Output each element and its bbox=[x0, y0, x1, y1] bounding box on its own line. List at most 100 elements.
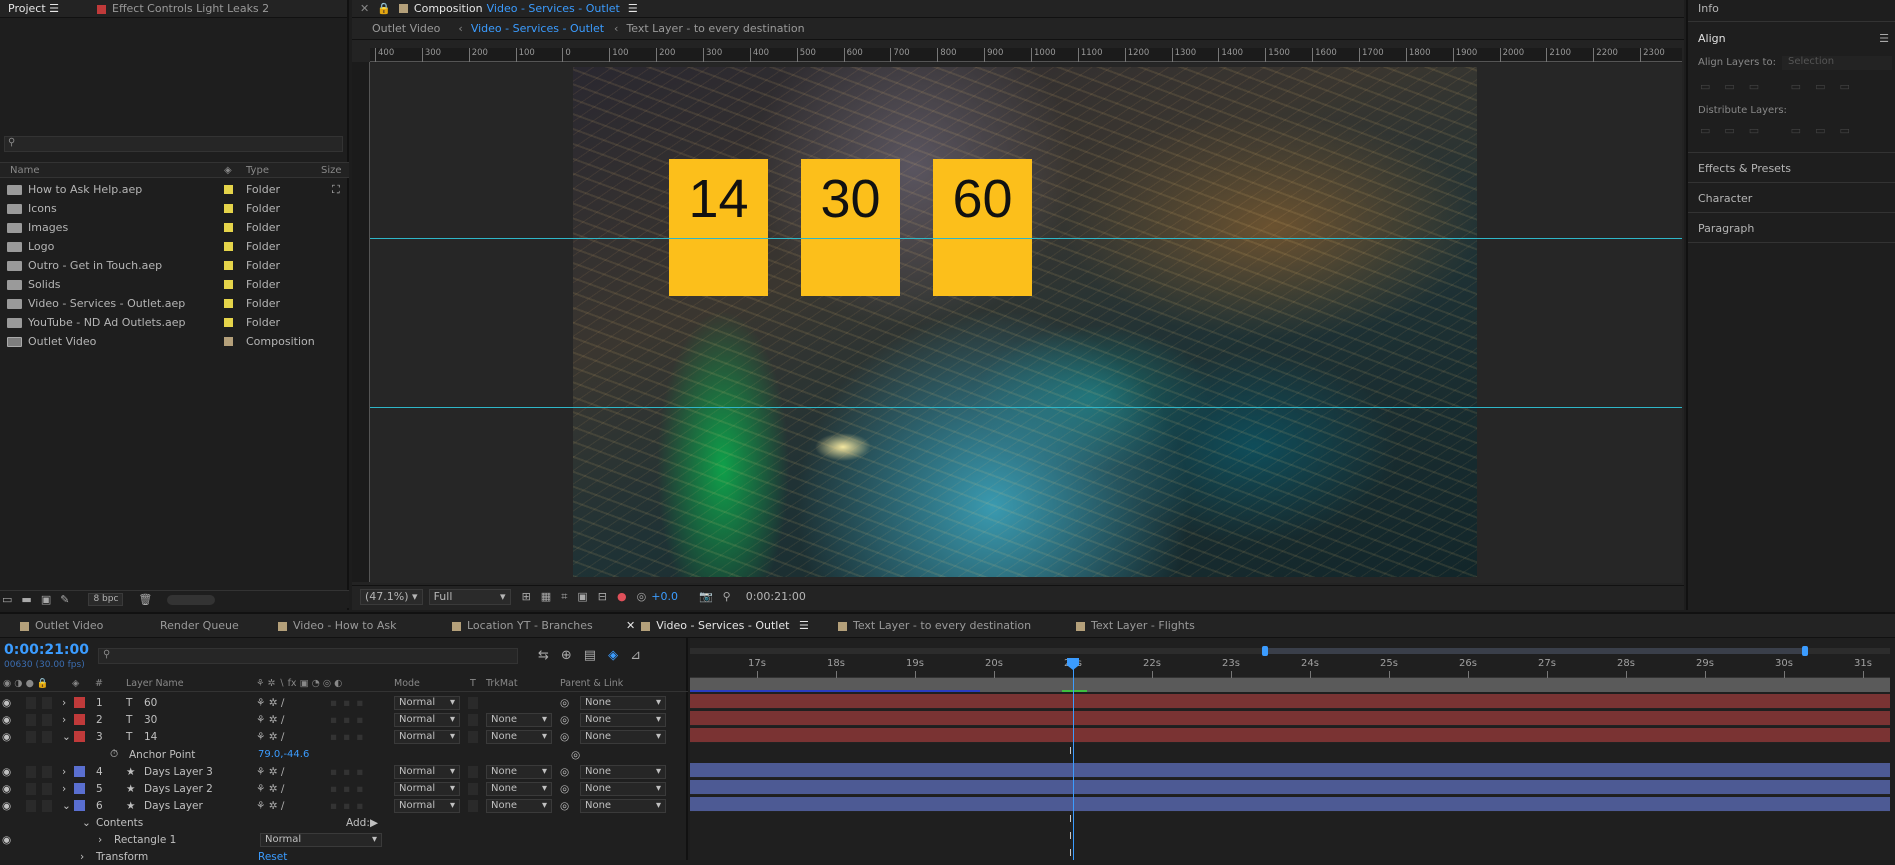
chevron-right-icon[interactable]: › bbox=[62, 783, 66, 795]
panel-menu-icon[interactable]: ☰ bbox=[799, 619, 809, 632]
layer-row[interactable]: ◉ ⌄ 6 ★ Days Layer ⚘ ✲ ∕ ▪▪▪ Normal ▾ Non… bbox=[0, 797, 688, 814]
reset-link[interactable]: Reset bbox=[258, 851, 287, 863]
add-button-icon[interactable]: ▶ bbox=[370, 817, 378, 829]
panel-menu-icon[interactable]: ☰ bbox=[49, 2, 59, 15]
layer-duration-bar[interactable] bbox=[690, 711, 1890, 726]
parent-select[interactable]: None ▾ bbox=[580, 695, 666, 710]
list-item[interactable]: Images Folder bbox=[0, 218, 349, 237]
parent-select[interactable]: None ▾ bbox=[580, 764, 666, 779]
mode-select[interactable]: Normal ▾ bbox=[394, 695, 460, 710]
pickwhip-icon[interactable]: ◎ bbox=[571, 749, 580, 761]
keyframe-marker-icon[interactable]: I bbox=[1069, 848, 1072, 859]
mode-select[interactable]: Normal ▾ bbox=[394, 764, 460, 779]
resolution-select[interactable]: Full ▾ bbox=[428, 588, 511, 605]
layer-switches-icons[interactable]: ⚘ ✲ ∕ bbox=[256, 697, 284, 709]
interpret-footage-icon[interactable]: ▭ bbox=[2, 593, 12, 606]
mode-select[interactable]: Normal ▾ bbox=[394, 798, 460, 813]
color-management-icon[interactable]: ◎ bbox=[637, 590, 647, 603]
tab-text-layer-flights[interactable]: Text Layer - Flights bbox=[1068, 619, 1203, 632]
close-icon[interactable]: ✕ bbox=[360, 2, 369, 15]
layer-duration-bar[interactable] bbox=[690, 728, 1890, 743]
list-item[interactable]: How to Ask Help.aep Folder ⛶ bbox=[0, 180, 349, 199]
label-chip[interactable] bbox=[224, 280, 233, 289]
mode-select[interactable]: Normal ▾ bbox=[394, 729, 460, 744]
guide-line[interactable] bbox=[370, 238, 1682, 239]
exposure-value[interactable]: +0.0 bbox=[651, 590, 678, 603]
layer-name[interactable]: Days Layer 2 bbox=[144, 783, 213, 795]
new-folder-icon[interactable]: ▬ bbox=[21, 593, 31, 606]
solo-toggle[interactable] bbox=[26, 765, 36, 778]
keyframe-marker-icon[interactable]: I bbox=[1069, 746, 1072, 757]
visibility-eye-icon[interactable]: ◉ bbox=[2, 766, 11, 778]
layer-row[interactable]: ◉ ⌄ 3 T 14 ⚘ ✲ ∕ ▪▪▪ Normal ▾ None ▾ ◎ Non… bbox=[0, 728, 688, 745]
current-time-display[interactable]: 0:00:21:00 bbox=[4, 642, 89, 658]
number-box-30[interactable]: 30 bbox=[801, 159, 900, 296]
label-chip[interactable] bbox=[224, 185, 233, 194]
breadcrumb-item[interactable]: Outlet Video bbox=[372, 22, 440, 35]
layer-row[interactable]: ◉ › 1 T 60 ⚘ ✲ ∕ ▪▪▪ Normal ▾ ◎ None ▾ bbox=[0, 694, 688, 711]
trkmat-select[interactable]: None ▾ bbox=[486, 729, 552, 744]
label-chip[interactable] bbox=[224, 223, 233, 232]
layer-search-input[interactable]: ⚲ bbox=[98, 648, 518, 664]
layer-switches-icons[interactable]: ⚘ ✲ ∕ bbox=[256, 783, 284, 795]
visibility-eye-icon[interactable]: ◉ bbox=[2, 834, 11, 846]
switch-boxes[interactable]: ▪▪▪ bbox=[330, 783, 369, 795]
layer-switches-icons[interactable]: ⚘ ✲ ∕ bbox=[256, 731, 284, 743]
preserve-transparency-toggle[interactable] bbox=[468, 799, 478, 812]
parent-select[interactable]: None ▾ bbox=[580, 729, 666, 744]
pickwhip-icon[interactable]: ◎ bbox=[560, 731, 569, 743]
horizontral-ruler[interactable]: 400 300 200 100 0 100 200 300 400 500 600 700 800 900… bbox=[370, 48, 1682, 62]
tab-render-queue[interactable]: Render Queue bbox=[140, 619, 270, 632]
list-item[interactable]: Logo Folder bbox=[0, 237, 349, 256]
column-size[interactable]: Size bbox=[321, 165, 342, 176]
pickwhip-icon[interactable]: ◎ bbox=[560, 766, 569, 778]
lock-toggle[interactable] bbox=[42, 696, 52, 709]
chevron-down-icon[interactable]: ⌄ bbox=[82, 817, 91, 829]
number-box-14[interactable]: 14 bbox=[669, 159, 768, 296]
pickwhip-icon[interactable]: ◎ bbox=[560, 783, 569, 795]
stopwatch-icon[interactable]: ⏱ bbox=[110, 748, 118, 761]
camera-icon[interactable]: 📷 bbox=[699, 590, 713, 603]
layer-row[interactable]: ◉ › 4 ★ Days Layer 3 ⚘ ✲ ∕ ▪▪▪ Normal ▾ N… bbox=[0, 763, 688, 780]
chevron-right-icon[interactable]: › bbox=[62, 697, 66, 709]
breadcrumb-item-active[interactable]: Video - Services - Outlet bbox=[471, 22, 604, 35]
lock-toggle[interactable] bbox=[42, 765, 52, 778]
work-area-range[interactable] bbox=[1265, 648, 1805, 654]
magnification-select[interactable]: (47.1%) ▾ bbox=[360, 588, 423, 605]
parent-select[interactable]: None ▾ bbox=[580, 712, 666, 727]
layer-duration-bar[interactable] bbox=[690, 780, 1890, 795]
solo-toggle[interactable] bbox=[26, 782, 36, 795]
anchor-point-value[interactable]: 79.0,-44.6 bbox=[258, 749, 309, 760]
list-item[interactable]: YouTube - ND Ad Outlets.aep Folder bbox=[0, 313, 349, 332]
column-layer-name[interactable]: Layer Name bbox=[126, 678, 184, 689]
label-chip[interactable] bbox=[224, 242, 233, 251]
pickwhip-icon[interactable]: ◎ bbox=[560, 800, 569, 812]
layer-label-color[interactable] bbox=[74, 697, 85, 708]
visibility-eye-icon[interactable]: ◉ bbox=[2, 731, 11, 743]
snapshot-region-icon[interactable]: ⊞ bbox=[522, 590, 531, 603]
layer-duration-bar[interactable] bbox=[690, 763, 1890, 778]
layer-row[interactable]: ◉ › 2 T 30 ⚘ ✲ ∕ ▪▪▪ Normal ▾ None ▾ ◎ Non… bbox=[0, 711, 688, 728]
trkmat-select[interactable]: None ▾ bbox=[486, 764, 552, 779]
timeline-graph[interactable]: 17s18s19s20s21s22s23s24s25s26s27s28s29s3… bbox=[690, 638, 1895, 860]
visibility-eye-icon[interactable]: ◉ bbox=[2, 714, 11, 726]
column-type[interactable]: Type bbox=[246, 165, 269, 176]
label-chip[interactable] bbox=[224, 299, 233, 308]
layer-name[interactable]: 14 bbox=[144, 731, 157, 743]
layer-name[interactable]: 30 bbox=[144, 714, 157, 726]
label-chip[interactable] bbox=[224, 318, 233, 327]
trkmat-select[interactable]: None ▾ bbox=[486, 798, 552, 813]
chevron-down-icon[interactable]: ⌄ bbox=[62, 731, 71, 743]
label-column-icon[interactable]: ◈ bbox=[224, 165, 232, 176]
preserve-transparency-toggle[interactable] bbox=[468, 765, 478, 778]
breadcrumb-item[interactable]: Text Layer - to every destination bbox=[626, 22, 804, 35]
trkmat-select[interactable]: None ▾ bbox=[486, 712, 552, 727]
vertical-ruler[interactable] bbox=[352, 62, 370, 582]
visibility-eye-icon[interactable]: ◉ bbox=[2, 697, 11, 709]
visibility-eye-icon[interactable]: ◉ bbox=[2, 800, 11, 812]
project-search-input[interactable]: ⚲ bbox=[4, 136, 343, 152]
list-item[interactable]: Outlet Video Composition bbox=[0, 332, 349, 351]
layer-label-color[interactable] bbox=[74, 714, 85, 725]
layer-label-color[interactable] bbox=[74, 731, 85, 742]
list-item[interactable]: Video - Services - Outlet.aep Folder bbox=[0, 294, 349, 313]
